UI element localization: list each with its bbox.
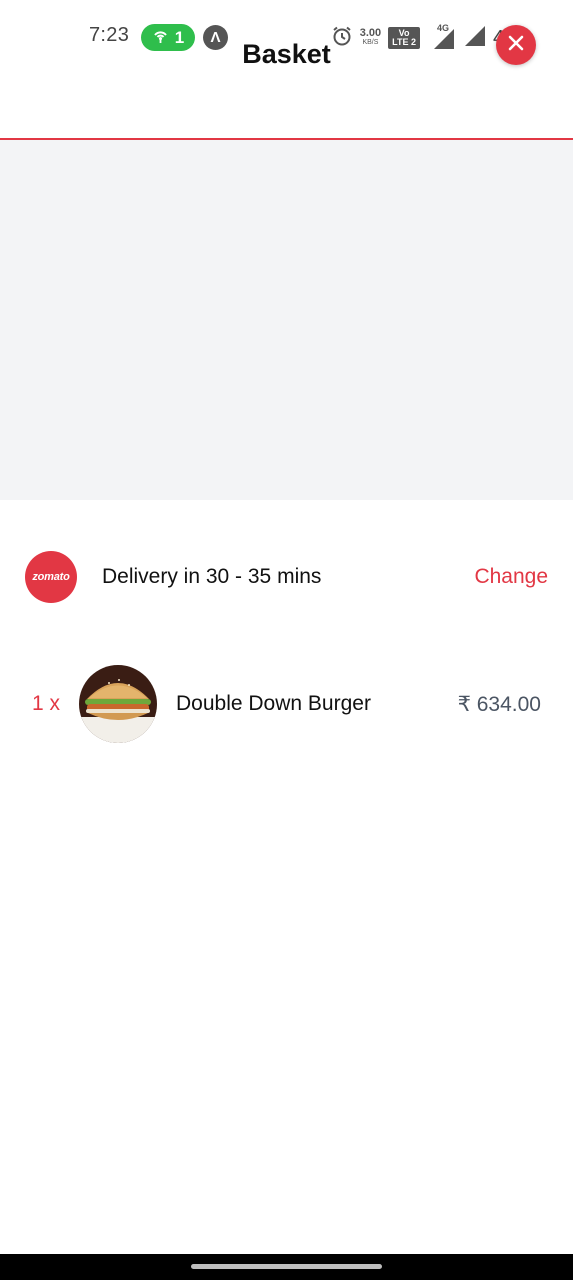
delivery-row: zomato Delivery in 30 - 35 mins Change [0,548,573,606]
item-name: Double Down Burger [176,692,371,715]
delivery-time-text: Delivery in 30 - 35 mins [102,565,322,588]
page-title: Basket [242,39,331,69]
close-button[interactable] [496,25,536,65]
item-price: ₹ 634.00 [457,693,541,716]
close-icon [508,35,524,56]
home-gesture-handle[interactable] [191,1264,382,1269]
basket-item: 1 x Double Down Burger ₹ 634.00 [0,665,573,743]
zomato-logo: zomato [25,551,77,603]
system-navigation-bar [0,1254,573,1280]
item-quantity[interactable]: 1 x [32,692,60,716]
burger-image [79,665,157,743]
map-area[interactable] [0,140,573,500]
change-button[interactable]: Change [474,565,548,589]
